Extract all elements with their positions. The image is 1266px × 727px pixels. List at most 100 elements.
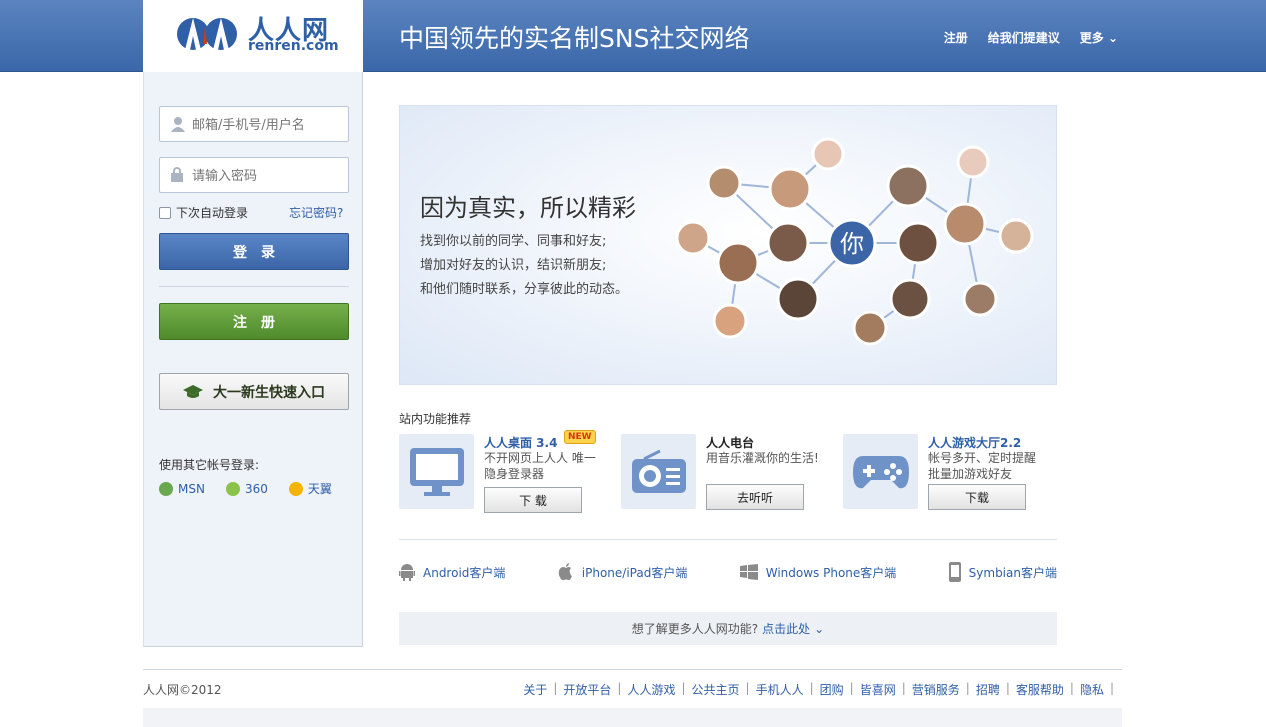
footer-link-about[interactable]: 关于 [523, 681, 547, 698]
windows-phone-client-link[interactable]: Windows Phone客户端 [739, 562, 897, 582]
tianyi-icon [288, 481, 303, 496]
separator: | [1109, 681, 1114, 695]
footer-link-groupbuy[interactable]: 团购 [820, 681, 844, 698]
mobile-clients: Android客户端 iPhone/iPad客户端 Windows Phone客… [399, 562, 1057, 582]
footer-link-mobile[interactable]: 手机人人 [756, 681, 804, 698]
feature-gamehall-desc: 帐号多开、定时提醒 批量加游戏好友 [928, 451, 1037, 481]
remember-me[interactable]: 下次自动登录 [159, 204, 248, 221]
footer-link-public-pages[interactable]: 公共主页 [692, 681, 740, 698]
360-login-link[interactable]: 360 [225, 480, 268, 497]
separator: | [809, 681, 814, 695]
360-icon [225, 481, 240, 496]
360-label: 360 [244, 481, 268, 496]
nav-more-link[interactable]: 更多 ⌄ [1080, 29, 1118, 46]
hero-description: 找到你以前的同学、同事和好友; 增加对好友的认识，结识新朋友; 和他们随时联系，… [420, 230, 628, 302]
logo[interactable]: 人人网 renren.com [143, 0, 363, 72]
password-field[interactable] [159, 157, 349, 193]
feature-desktop-iconbox[interactable] [399, 434, 474, 509]
tianyi-label: 天翼 [307, 482, 332, 496]
symbian-client-link[interactable]: Symbian客户端 [948, 562, 1057, 582]
msn-label: MSN [178, 481, 205, 496]
separator: | [553, 681, 558, 695]
username-field[interactable] [159, 106, 349, 142]
more-text: 想了解更多人人网功能? [631, 622, 759, 636]
footer-link-help[interactable]: 客服帮助 [1016, 681, 1064, 698]
more-link[interactable]: 点击此处 [762, 620, 810, 637]
iphone-client-link[interactable]: iPhone/iPad客户端 [558, 562, 688, 582]
feature-gamehall-iconbox[interactable] [843, 434, 918, 509]
freshman-label: 大一新生快速入口 [213, 384, 325, 401]
new-badge: NEW [564, 430, 596, 444]
feature-gamehall-name[interactable]: 人人游戏大厅2.2 [928, 434, 1021, 451]
android-client-link[interactable]: Android客户端 [399, 562, 505, 582]
footer-link-privacy[interactable]: 隐私 [1080, 681, 1104, 698]
separator: | [617, 681, 622, 695]
other-login-list: MSN 360 天翼 [159, 480, 332, 497]
separator: | [1069, 681, 1074, 695]
windows-phone-client-label: Windows Phone客户端 [765, 565, 897, 580]
tianyi-login-link[interactable]: 天翼 [288, 480, 332, 497]
other-login-label: 使用其它帐号登录: [159, 458, 260, 472]
hero-line: 找到你以前的同学、同事和好友; [420, 234, 607, 249]
username-input[interactable] [192, 115, 342, 135]
radio-listen-button[interactable]: 去听听 [706, 484, 804, 510]
lock-icon [171, 167, 183, 182]
section-divider [399, 539, 1057, 540]
phone-icon [948, 562, 961, 582]
footer-link-open-platform[interactable]: 开放平台 [563, 681, 611, 698]
feature-radio-iconbox[interactable] [621, 434, 696, 509]
feature-desktop-desc: 不开网页上人人 唯一隐身登录器 [484, 451, 596, 481]
separator: | [965, 681, 970, 695]
footer-link-jiexi[interactable]: 皆喜网 [860, 681, 896, 698]
gamepad-icon [852, 455, 909, 488]
separator: | [1005, 681, 1010, 695]
apple-icon [558, 563, 572, 581]
remember-label: 下次自动登录 [176, 206, 249, 220]
windows-icon [739, 564, 758, 580]
feature-radio: 人人电台 用音乐灌溉你的生活! 去听听 [621, 434, 831, 514]
desktop-download-button[interactable]: 下 载 [484, 487, 582, 513]
separator: | [849, 681, 854, 695]
copyright: 人人网©2012 [143, 683, 222, 697]
symbian-client-label: Symbian客户端 [968, 565, 1057, 580]
user-icon [171, 117, 185, 132]
feature-gamehall: 人人游戏大厅2.2 帐号多开、定时提醒 批量加游戏好友 下载 [843, 434, 1053, 514]
monitor-icon [409, 447, 464, 496]
feature-desktop: 人人桌面 3.4 NEW 不开网页上人人 唯一隐身登录器 下 载 [399, 430, 609, 514]
more-features-bar[interactable]: 想了解更多人人网功能? 点击此处 ⌄ [399, 612, 1057, 645]
forgot-password-link[interactable]: 忘记密码? [289, 204, 343, 221]
android-icon [399, 564, 415, 581]
footer-link-jobs[interactable]: 招聘 [976, 681, 1000, 698]
footer-link-games[interactable]: 人人游戏 [627, 681, 675, 698]
renren-logo-icon [177, 18, 237, 50]
register-button[interactable]: 注册 [159, 303, 349, 340]
msn-icon [159, 481, 173, 496]
remember-checkbox[interactable] [159, 206, 171, 219]
login-button[interactable]: 登录 [159, 233, 349, 270]
chevron-down-icon: ⌄ [1107, 31, 1118, 45]
footer-nav: 关于 | 开放平台 | 人人游戏 | 公共主页 | 手机人人 | 团购 | 皆喜网 | 营销服… [523, 681, 1120, 698]
separator: | [745, 681, 750, 695]
features-title: 站内功能推荐 [399, 412, 472, 426]
gamehall-download-button[interactable]: 下载 [928, 484, 1026, 510]
android-client-label: Android客户端 [423, 565, 506, 580]
iphone-client-label: iPhone/iPad客户端 [581, 565, 688, 580]
feature-radio-name[interactable]: 人人电台 [706, 434, 754, 451]
nav-feedback-link[interactable]: 给我们提建议 [988, 29, 1060, 46]
freshman-entry-button[interactable]: 大一新生快速入口 [159, 373, 349, 410]
nav-register-link[interactable]: 注册 [944, 29, 968, 46]
hero-title: 因为真实，所以精彩 [420, 194, 636, 222]
social-network-graphic: 你 [675, 137, 1034, 346]
radio-icon [631, 449, 686, 493]
feature-desktop-name[interactable]: 人人桌面 3.4 [484, 434, 557, 451]
nav-more-label: 更多 [1079, 31, 1104, 45]
center-node-label: 你 [840, 230, 864, 258]
page-slogan: 中国领先的实名制SNS社交网络 [399, 24, 750, 53]
top-nav: 注册 给我们提建议 更多 ⌄ [944, 29, 1118, 46]
login-sidebar: 下次自动登录 忘记密码? 登录 注册 大一新生快速入口 使用其它帐号登录: MS… [143, 72, 363, 647]
password-input[interactable] [192, 166, 342, 186]
separator: | [901, 681, 906, 695]
footer-bottom-strip [143, 708, 1122, 727]
msn-login-link[interactable]: MSN [159, 480, 205, 497]
footer-link-marketing[interactable]: 营销服务 [912, 681, 960, 698]
